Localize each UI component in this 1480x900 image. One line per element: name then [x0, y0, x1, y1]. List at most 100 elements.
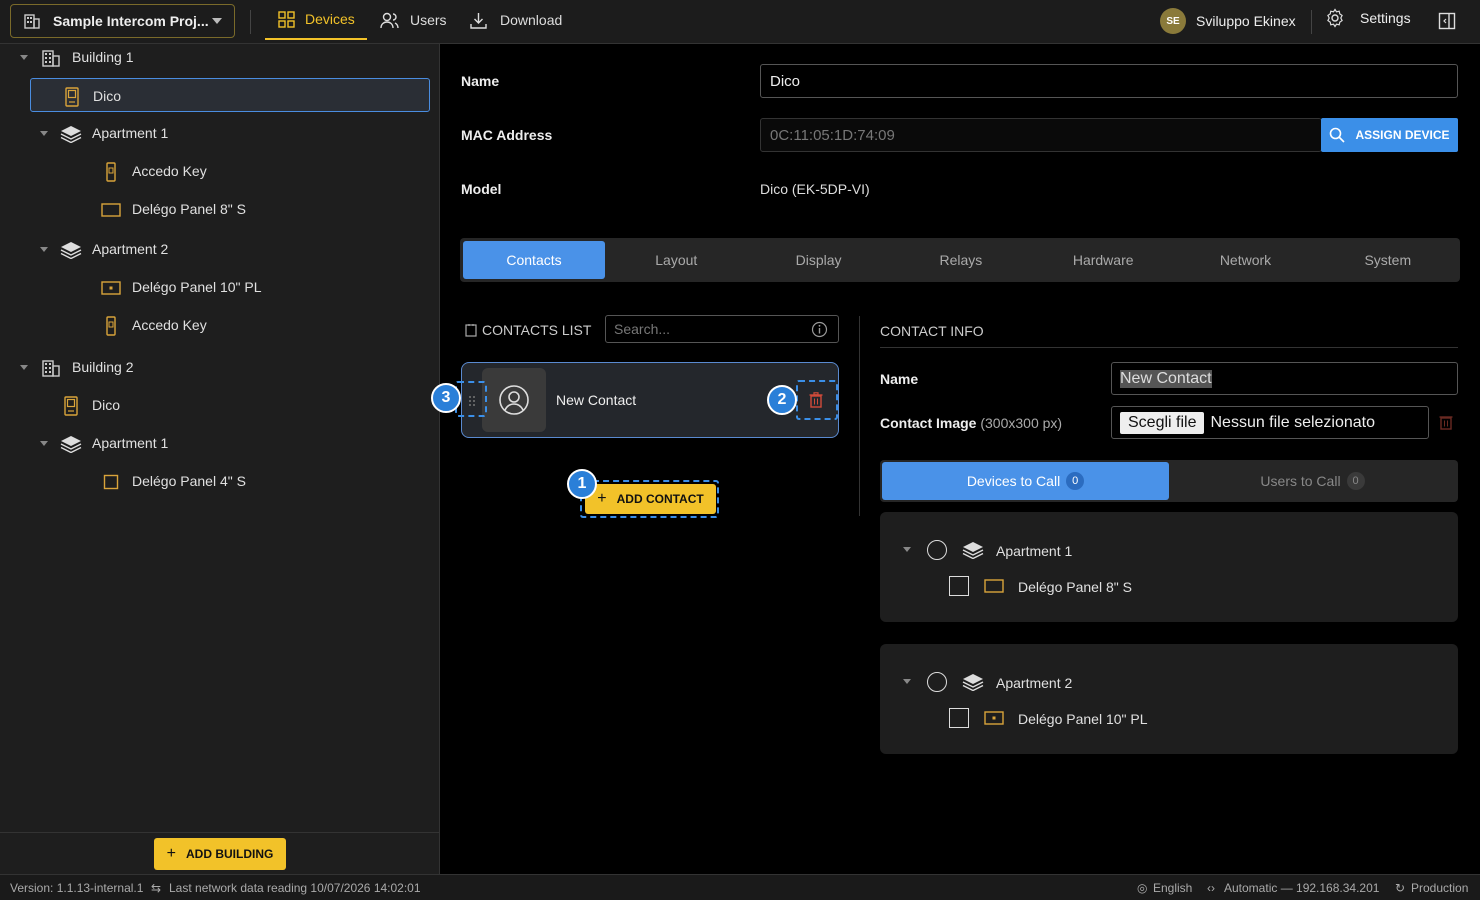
users-count-badge: 0 — [1346, 472, 1365, 490]
expand-caret-icon[interactable] — [40, 247, 48, 252]
device-label: Delégo Panel 10" PL — [1018, 711, 1148, 727]
contact-image-label: Contact Image (300x300 px) — [880, 415, 1062, 431]
nav-users[interactable]: Users — [380, 0, 447, 40]
tree-item-label: Accedo Key — [132, 163, 207, 179]
download-icon — [470, 12, 487, 29]
tab-relays[interactable]: Relays — [890, 241, 1032, 279]
name-input[interactable]: Dico — [760, 64, 1458, 98]
contacts-list-title: CONTACTS LIST — [464, 322, 591, 338]
contacts-search-input[interactable]: Search... — [605, 315, 839, 343]
layers-icon — [60, 124, 82, 144]
trash-icon[interactable] — [1439, 414, 1453, 430]
tab-network[interactable]: Network — [1175, 241, 1317, 279]
tab-hardware[interactable]: Hardware — [1032, 241, 1174, 279]
add-contact-label: ADD CONTACT — [616, 492, 704, 506]
delete-highlight — [796, 380, 838, 420]
expand-caret-icon[interactable] — [903, 679, 911, 684]
panel-icon — [984, 579, 1004, 598]
building-icon — [40, 48, 62, 68]
intercom-device-icon — [60, 396, 82, 416]
tree-item[interactable]: Delégo Panel 8" S — [0, 192, 440, 226]
tab-display[interactable]: Display — [748, 241, 890, 279]
divider — [1311, 10, 1312, 34]
tree-item[interactable]: Apartment 1 — [0, 426, 440, 460]
assign-device-button[interactable]: ASSIGN DEVICE — [1321, 118, 1458, 152]
tab-users-to-call[interactable]: Users to Call 0 — [1169, 462, 1456, 500]
contact-name-input[interactable]: New Contact — [1111, 362, 1458, 395]
contact-image-hint: (300x300 px) — [980, 415, 1063, 431]
contact-image-label-text: Contact Image — [880, 415, 977, 431]
user-menu[interactable]: SE Sviluppo Ekinex — [1160, 8, 1296, 34]
language-selector[interactable]: English — [1153, 881, 1192, 895]
mac-label: MAC Address — [461, 127, 553, 143]
network-mode[interactable]: Automatic — 192.168.34.201 — [1224, 881, 1379, 895]
project-name: Sample Intercom Proj... — [53, 13, 209, 29]
mac-input: 0C:11:05:1D:74:09 — [760, 118, 1322, 152]
tree-item[interactable]: Delégo Panel 4" S — [0, 464, 440, 498]
tab-layout[interactable]: Layout — [605, 241, 747, 279]
tree-item[interactable]: Delégo Panel 10" PL — [0, 270, 440, 304]
tree-item-label: Delégo Panel 4" S — [132, 473, 246, 489]
env-icon: ↻ — [1395, 881, 1406, 895]
settings-button[interactable]: Settings — [1325, 8, 1411, 28]
apartment-group: Apartment 1 Delégo Panel 8" S — [880, 512, 1458, 622]
tree-item[interactable]: Accedo Key — [0, 308, 440, 342]
assign-device-label: ASSIGN DEVICE — [1355, 128, 1450, 142]
tab-contacts[interactable]: Contacts — [463, 241, 605, 279]
add-contact-button[interactable]: + ADD CONTACT — [585, 484, 716, 514]
tree-item[interactable]: Building 1 — [0, 40, 440, 74]
divider — [859, 316, 860, 516]
panel-icon — [100, 200, 122, 220]
avatar: SE — [1160, 8, 1186, 34]
tree-item[interactable]: Apartment 2 — [0, 232, 440, 266]
tree-item-label: Apartment 2 — [92, 241, 169, 257]
nav-download-label: Download — [500, 12, 563, 28]
add-building-button[interactable]: + ADD BUILDING — [154, 838, 286, 870]
sidebar-toggle-icon[interactable] — [1438, 12, 1456, 30]
layers-icon — [60, 434, 82, 454]
device-checkbox[interactable] — [949, 576, 969, 596]
search-icon — [1330, 127, 1346, 143]
contact-name-selected-text: New Contact — [1120, 369, 1212, 388]
expand-caret-icon[interactable] — [20, 365, 28, 370]
tree-item[interactable]: Accedo Key — [0, 154, 440, 188]
expand-caret-icon[interactable] — [40, 441, 48, 446]
apartment-label: Apartment 2 — [996, 675, 1073, 691]
tree-item[interactable]: Dico — [0, 388, 440, 422]
expand-caret-icon[interactable] — [20, 55, 28, 60]
apartment-radio[interactable] — [927, 540, 947, 560]
tree-item-label: Apartment 1 — [92, 125, 169, 141]
settings-label: Settings — [1360, 10, 1411, 26]
name-label: Name — [461, 73, 500, 89]
tree-item[interactable]: Dico — [30, 78, 430, 112]
sidebar-footer: + ADD BUILDING — [0, 832, 440, 874]
tree-item[interactable]: Building 2 — [0, 350, 440, 384]
expand-caret-icon[interactable] — [40, 131, 48, 136]
last-reading-text: Last network data reading 10/07/2026 14:… — [169, 881, 421, 895]
info-icon — [811, 321, 828, 337]
step-badge-1: 1 — [567, 469, 597, 499]
nav-devices[interactable]: Devices — [265, 0, 367, 40]
nav-devices-label: Devices — [305, 11, 355, 27]
choose-file-button[interactable]: Scegli file — [1120, 411, 1205, 434]
apartment-group: Apartment 2 Delégo Panel 10" PL — [880, 644, 1458, 754]
tree-item[interactable]: Apartment 1 — [0, 116, 440, 150]
divider — [880, 347, 1458, 348]
tree-item-label: Delégo Panel 10" PL — [132, 279, 262, 295]
code-icon: ‹› — [1207, 881, 1215, 895]
project-selector[interactable]: Sample Intercom Proj... — [10, 4, 235, 38]
tab-devices-to-call[interactable]: Devices to Call 0 — [882, 462, 1169, 500]
tab-system[interactable]: System — [1317, 241, 1459, 279]
tree-item-label: Building 2 — [72, 359, 134, 375]
keypad-icon — [100, 316, 122, 336]
contact-list-icon — [465, 324, 477, 337]
chevron-down-icon — [212, 18, 222, 24]
device-checkbox[interactable] — [949, 708, 969, 728]
apartment-radio[interactable] — [927, 672, 947, 692]
user-name: Sviluppo Ekinex — [1196, 13, 1296, 29]
contact-image-file-input[interactable]: Scegli file Nessun file selezionato — [1111, 406, 1429, 439]
contact-info-title: CONTACT INFO — [880, 323, 984, 339]
user-circle-icon — [499, 385, 529, 415]
expand-caret-icon[interactable] — [903, 547, 911, 552]
nav-download[interactable]: Download — [470, 0, 562, 40]
